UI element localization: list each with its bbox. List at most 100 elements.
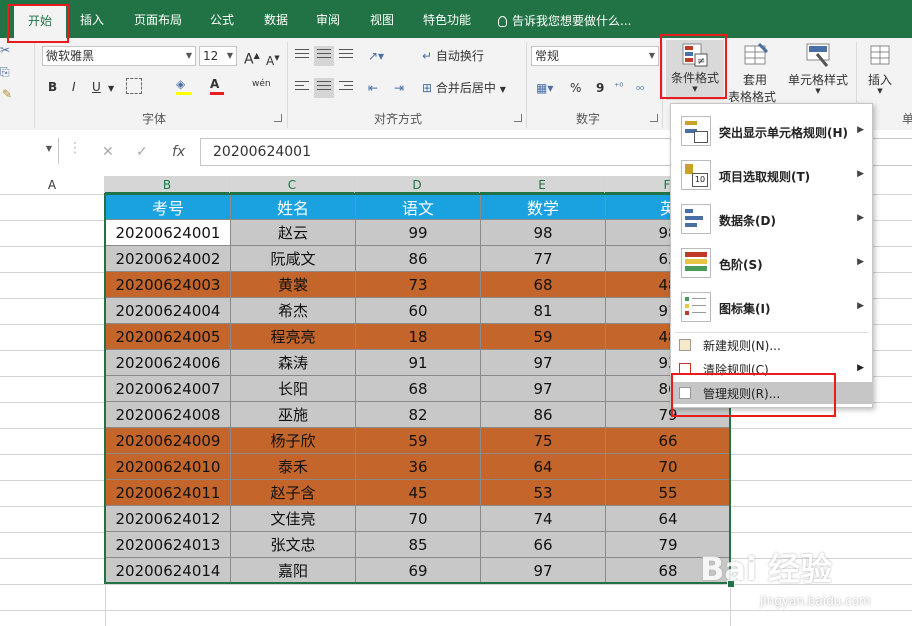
table-cell[interactable]: 阮咸文: [230, 245, 356, 272]
percent-button[interactable]: %: [570, 80, 581, 96]
table-cell[interactable]: 74: [480, 505, 606, 532]
orientation-icon[interactable]: ↗▾: [368, 48, 384, 64]
table-cell[interactable]: 59: [480, 323, 606, 350]
font-size-select[interactable]: 12 ▼: [199, 46, 237, 66]
underline-button[interactable]: U: [92, 79, 101, 95]
tab-page-layout[interactable]: 页面布局: [126, 8, 190, 32]
dialog-launcher-icon[interactable]: [514, 114, 522, 122]
tab-data[interactable]: 数据: [256, 8, 296, 32]
wrap-text-button[interactable]: ↵ 自动换行: [422, 48, 484, 64]
menu-item-new-rule[interactable]: 新建规则(N)...: [671, 334, 872, 356]
grow-font-button[interactable]: A▲: [244, 48, 260, 68]
italic-button[interactable]: I: [72, 79, 76, 95]
format-painter-icon[interactable]: ✎: [2, 86, 12, 102]
tell-me-box[interactable]: 告诉我您想要做什么...: [498, 12, 631, 29]
font-color-button[interactable]: A: [210, 76, 224, 95]
tab-review[interactable]: 审阅: [308, 8, 348, 32]
cut-icon[interactable]: ✂: [0, 42, 10, 58]
header-cell[interactable]: 考号: [105, 194, 231, 220]
table-cell[interactable]: 45: [355, 479, 481, 506]
table-cell[interactable]: 18: [355, 323, 481, 350]
table-cell[interactable]: 赵子含: [230, 479, 356, 506]
table-cell[interactable]: 嘉阳: [230, 557, 356, 584]
column-header-c[interactable]: C: [230, 176, 355, 194]
menu-item-highlight-rules[interactable]: 突出显示单元格规则(H) ▶: [671, 112, 872, 150]
tab-special-features[interactable]: 特色功能: [414, 8, 480, 32]
bold-button[interactable]: B: [48, 79, 57, 95]
table-cell[interactable]: 64: [480, 453, 606, 480]
insert-function-icon[interactable]: fx: [172, 144, 185, 160]
table-cell[interactable]: 20200624005: [105, 323, 231, 350]
conditional-format-button[interactable]: ≠ 条件格式 ▼: [666, 40, 724, 100]
table-cell[interactable]: 81: [480, 297, 606, 324]
shrink-font-button[interactable]: A▼: [266, 50, 280, 69]
phonetic-guide-button[interactable]: wén: [252, 76, 271, 92]
increase-decimal-icon[interactable]: ⁺⁰: [614, 80, 623, 96]
table-cell[interactable]: 59: [355, 427, 481, 454]
table-cell[interactable]: 97: [480, 557, 606, 584]
table-cell[interactable]: 66: [605, 427, 731, 454]
align-middle-icon[interactable]: [314, 46, 334, 66]
table-cell[interactable]: 20200624013: [105, 531, 231, 558]
table-cell[interactable]: 77: [480, 245, 606, 272]
header-cell[interactable]: 语文: [355, 194, 481, 220]
table-cell[interactable]: 86: [355, 245, 481, 272]
menu-item-top-bottom-rules[interactable]: 10 项目选取规则(T) ▶: [671, 156, 872, 194]
comma-style-button[interactable]: 9: [596, 80, 604, 96]
menu-item-icon-sets[interactable]: 图标集(I) ▶: [671, 288, 872, 326]
column-header-e[interactable]: E: [480, 176, 605, 194]
align-right-icon[interactable]: [336, 78, 356, 98]
column-header-d[interactable]: D: [355, 176, 480, 194]
table-cell[interactable]: 20200624007: [105, 375, 231, 402]
table-cell[interactable]: 20200624010: [105, 453, 231, 480]
cancel-icon[interactable]: ✕: [102, 144, 114, 160]
table-cell[interactable]: 68: [480, 271, 606, 298]
cell-styles-button[interactable]: 单元格样式 ▼: [786, 40, 850, 104]
table-cell[interactable]: 文佳亮: [230, 505, 356, 532]
align-top-icon[interactable]: [292, 46, 312, 66]
table-cell[interactable]: 20200624009: [105, 427, 231, 454]
table-cell[interactable]: 巫施: [230, 401, 356, 428]
table-cell[interactable]: 66: [480, 531, 606, 558]
decrease-decimal-icon[interactable]: ₀₀: [636, 80, 644, 96]
insert-cells-button[interactable]: 插入 ▼: [862, 40, 898, 104]
table-cell[interactable]: 20200624006: [105, 349, 231, 376]
number-format-select[interactable]: 常规 ▼: [531, 46, 659, 66]
tab-formulas[interactable]: 公式: [202, 8, 242, 32]
table-cell[interactable]: 70: [605, 453, 731, 480]
header-cell[interactable]: 姓名: [230, 194, 356, 220]
table-cell[interactable]: 20200624003: [105, 271, 231, 298]
increase-indent-icon[interactable]: ⇥: [394, 80, 404, 96]
table-cell[interactable]: 20200624014: [105, 557, 231, 584]
table-cell[interactable]: 森涛: [230, 349, 356, 376]
menu-item-color-scales[interactable]: 色阶(S) ▶: [671, 244, 872, 282]
merge-center-button[interactable]: ⊞ 合并后居中 ▼: [422, 80, 506, 98]
table-cell[interactable]: 60: [355, 297, 481, 324]
table-cell[interactable]: 20200624011: [105, 479, 231, 506]
tab-insert[interactable]: 插入: [72, 8, 112, 32]
table-cell[interactable]: 希杰: [230, 297, 356, 324]
dialog-launcher-icon[interactable]: [650, 114, 658, 122]
table-cell[interactable]: 75: [480, 427, 606, 454]
table-cell[interactable]: 53: [480, 479, 606, 506]
table-cell[interactable]: 97: [480, 375, 606, 402]
tab-home[interactable]: 开始: [14, 6, 66, 38]
align-bottom-icon[interactable]: [336, 46, 356, 66]
table-cell[interactable]: 36: [355, 453, 481, 480]
column-header-a[interactable]: A: [0, 176, 105, 194]
table-cell[interactable]: 68: [355, 375, 481, 402]
borders-icon[interactable]: [126, 78, 142, 94]
menu-item-data-bars[interactable]: 数据条(D) ▶: [671, 200, 872, 238]
table-cell[interactable]: 长阳: [230, 375, 356, 402]
copy-icon[interactable]: ⎘: [0, 64, 10, 80]
table-cell[interactable]: 20200624008: [105, 401, 231, 428]
table-cell[interactable]: 程亮亮: [230, 323, 356, 350]
table-cell[interactable]: 20200624002: [105, 245, 231, 272]
currency-format-icon[interactable]: ▦▾: [536, 80, 553, 96]
enter-icon[interactable]: ✓: [136, 144, 148, 160]
table-cell[interactable]: 97: [480, 349, 606, 376]
table-cell[interactable]: 20200624012: [105, 505, 231, 532]
table-cell[interactable]: 20200624004: [105, 297, 231, 324]
table-cell[interactable]: 86: [480, 401, 606, 428]
name-box[interactable]: ▼: [0, 138, 59, 164]
